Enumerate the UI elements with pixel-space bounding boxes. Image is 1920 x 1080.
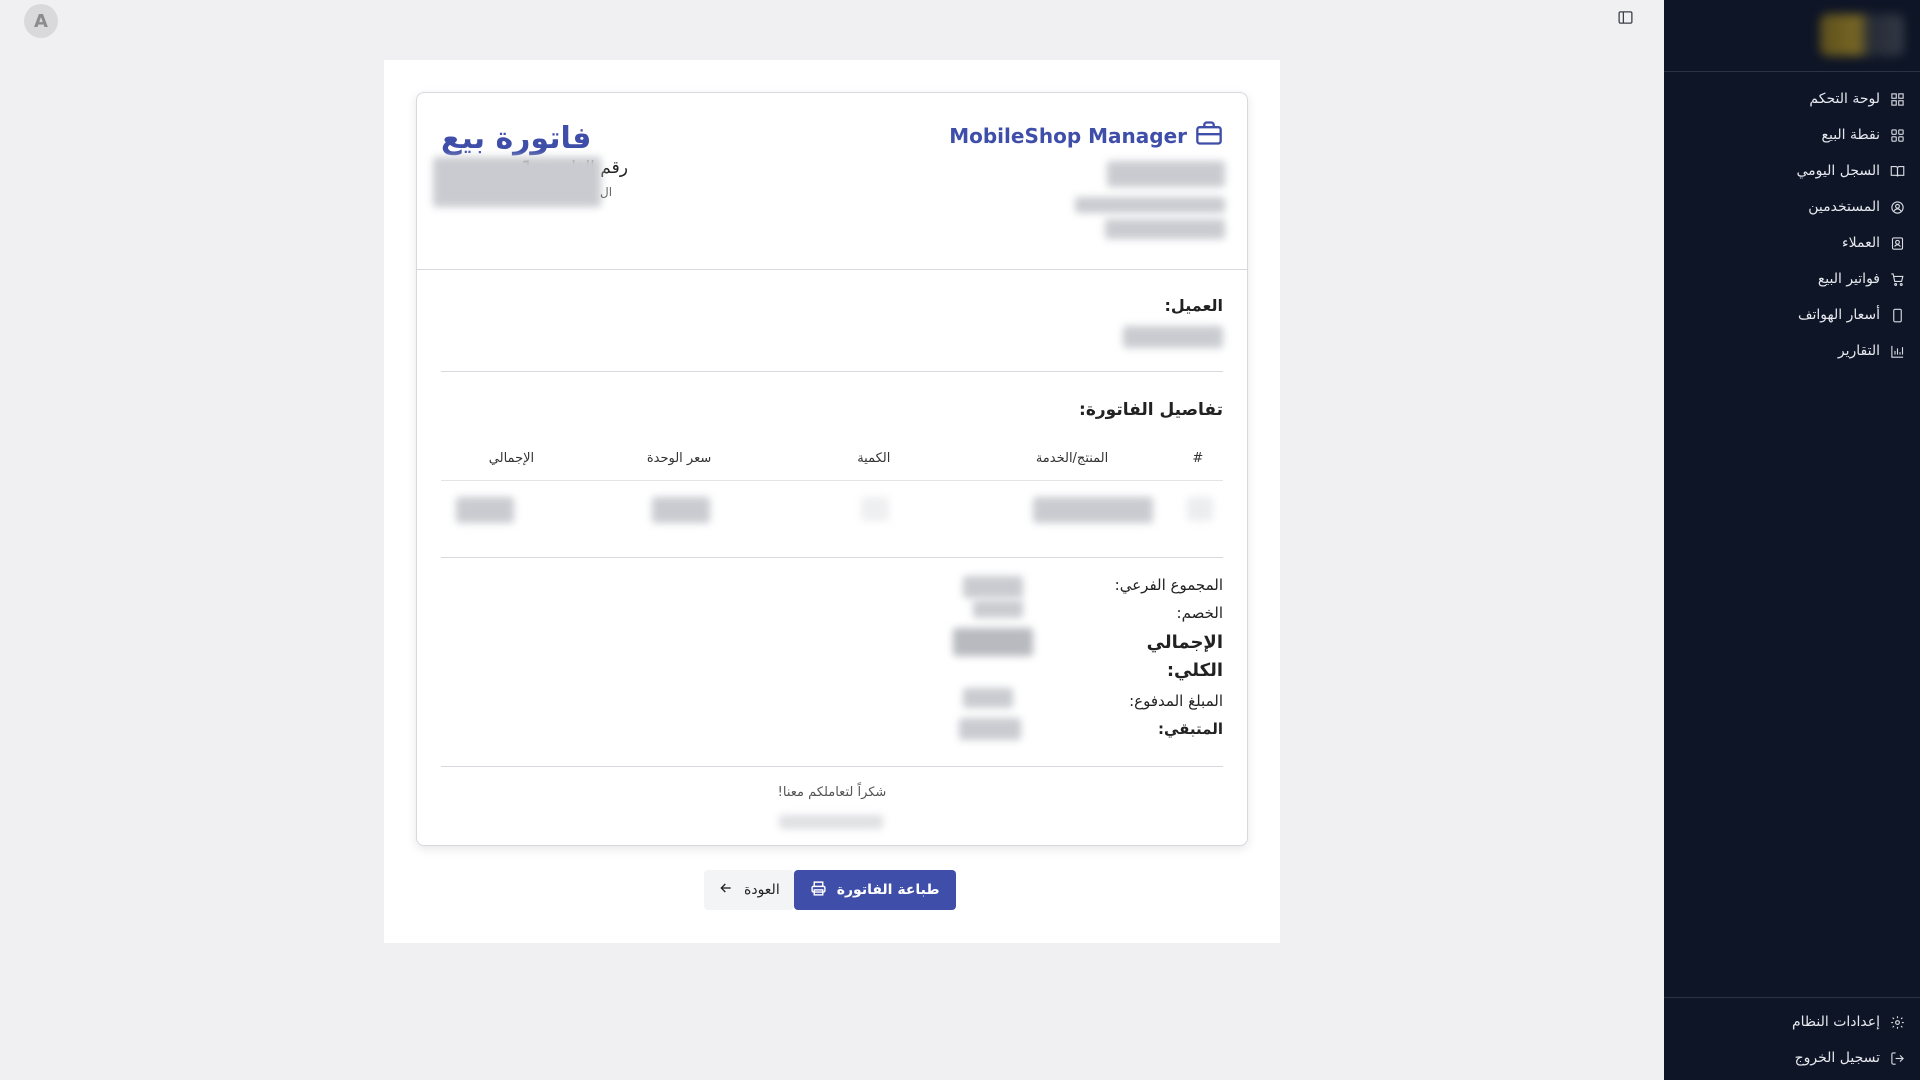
sidebar-toggle-icon[interactable] [1617, 9, 1634, 26]
sidebar-item-label: إعدادات النظام [1791, 1014, 1880, 1030]
back-label: العودة [744, 882, 780, 898]
invoice-date-blurred [433, 157, 601, 207]
subtotal-value-blurred [963, 576, 1023, 598]
sidebar-item-logout[interactable]: تسجيل الخروج [1664, 1040, 1920, 1076]
table-header-row: # المنتج/الخدمة الكمية سعر الوحدة الإجما… [441, 438, 1223, 481]
brand-name: MobileShop Manager [949, 123, 1187, 148]
invoice-header: MobileShop Manager فاتورة بيع رقم الفاتو… [417, 93, 1247, 270]
customer-name-blurred [1123, 326, 1223, 348]
brand: MobileShop Manager [949, 119, 1223, 152]
invoice-page: MobileShop Manager فاتورة بيع رقم الفاتو… [384, 60, 1280, 943]
shop-info-blurred [1105, 219, 1225, 239]
grid-icon [1888, 126, 1906, 144]
customer-label: العميل: [1164, 296, 1223, 315]
grand-total-label: الإجمالي [1146, 632, 1223, 653]
sidebar-item-label: تسجيل الخروج [1794, 1050, 1880, 1066]
print-invoice-button[interactable]: طباعة الفاتورة [793, 870, 956, 910]
sidebar-nav: لوحة التحكم نقطة البيع السجل اليومي المس… [1664, 72, 1920, 369]
sidebar-item-label: نقطة البيع [1821, 127, 1880, 143]
discount-label: الخصم: [1176, 604, 1223, 622]
shop-info-blurred [1075, 197, 1225, 213]
sidebar-item-label: المستخدمين [1808, 199, 1880, 215]
logo-blurred [1820, 14, 1904, 56]
arrow-right-icon [718, 880, 734, 900]
contact-icon [1888, 234, 1906, 252]
dashboard-icon [1888, 90, 1906, 108]
sidebar-item-users[interactable]: المستخدمين [1664, 189, 1920, 225]
user-circle-icon [1888, 198, 1906, 216]
cart-icon [1888, 270, 1906, 288]
col-index: # [1172, 438, 1223, 481]
user-avatar[interactable]: A [24, 4, 58, 38]
cell-blurred [455, 496, 514, 523]
discount-value-blurred [973, 600, 1023, 618]
sidebar-item-customers[interactable]: العملاء [1664, 225, 1920, 261]
grand-total-value-blurred [953, 628, 1033, 656]
gear-icon [1888, 1013, 1906, 1031]
cell-blurred [652, 496, 711, 523]
sidebar-item-dashboard[interactable]: لوحة التحكم [1664, 81, 1920, 117]
invoice-date-fragment: ال [600, 185, 613, 199]
sidebar-item-label: التقارير [1837, 343, 1880, 359]
sidebar-item-settings[interactable]: إعدادات النظام [1664, 1004, 1920, 1040]
footer-info-blurred [779, 815, 883, 829]
sidebar-item-label: السجل اليومي [1796, 163, 1880, 179]
shop-info-blurred [1107, 161, 1225, 187]
sidebar-item-reports[interactable]: التقارير [1664, 333, 1920, 369]
grand-total-label-2: الكلي: [1166, 660, 1223, 681]
sidebar-item-label: أسعار الهواتف [1798, 307, 1880, 323]
print-label: طباعة الفاتورة [836, 882, 940, 898]
col-total: الإجمالي [441, 438, 582, 481]
phone-icon [1888, 306, 1906, 324]
totals-section: المجموع الفرعي: الخصم: الإجمالي الكلي: ا… [441, 558, 1223, 767]
invoice-card: MobileShop Manager فاتورة بيع رقم الفاتو… [416, 92, 1248, 846]
sidebar-item-phone-prices[interactable]: أسعار الهواتف [1664, 297, 1920, 333]
thanks-message: شكراً لتعاملكم معنا! [777, 785, 887, 800]
invoice-title: فاتورة بيع [441, 121, 592, 156]
customer-section: العميل: [441, 270, 1223, 372]
cell-blurred [1032, 496, 1153, 523]
col-product: المنتج/الخدمة [971, 438, 1173, 481]
col-unit-price: سعر الوحدة [581, 438, 777, 481]
subtotal-label: المجموع الفرعي: [1114, 576, 1223, 594]
briefcase-icon [1195, 119, 1223, 152]
remaining-value-blurred [959, 718, 1021, 740]
sidebar-item-pos[interactable]: نقطة البيع [1664, 117, 1920, 153]
sidebar: لوحة التحكم نقطة البيع السجل اليومي المس… [1664, 0, 1920, 1080]
remaining-label: المتبقي: [1157, 720, 1223, 738]
bar-chart-icon [1888, 342, 1906, 360]
paid-label: المبلغ المدفوع: [1129, 692, 1223, 710]
sidebar-item-label: العملاء [1842, 235, 1880, 251]
book-icon [1888, 162, 1906, 180]
sidebar-footer: إعدادات النظام تسجيل الخروج [1664, 997, 1920, 1080]
cell-blurred [1187, 496, 1213, 521]
back-button[interactable]: العودة [704, 870, 794, 910]
details-title: تفاصيل الفاتورة: [1079, 400, 1223, 420]
printer-icon [810, 880, 827, 901]
col-qty: الكمية [776, 438, 972, 481]
sidebar-item-label: فواتير البيع [1817, 271, 1880, 287]
sidebar-item-label: لوحة التحكم [1809, 91, 1880, 107]
invoice-actions: طباعة الفاتورة العودة [704, 870, 956, 910]
paid-value-blurred [963, 688, 1013, 708]
sidebar-item-daily-log[interactable]: السجل اليومي [1664, 153, 1920, 189]
table-row [441, 480, 1223, 536]
sidebar-item-sales-invoices[interactable]: فواتير البيع [1664, 261, 1920, 297]
logout-icon [1888, 1049, 1906, 1067]
items-table: # المنتج/الخدمة الكمية سعر الوحدة الإجما… [441, 438, 1223, 536]
sidebar-header [1664, 0, 1920, 72]
cell-blurred [861, 496, 890, 521]
